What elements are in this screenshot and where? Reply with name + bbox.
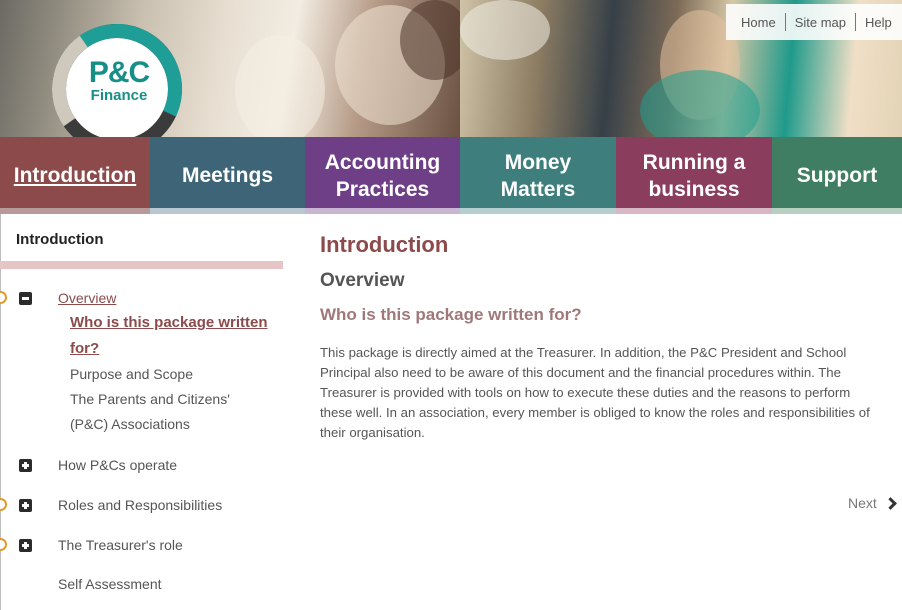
help-link[interactable]: Help — [865, 15, 892, 30]
collapse-icon[interactable] — [19, 292, 32, 305]
sidebar-subitem-purpose-and-scope[interactable]: Purpose and Scope — [70, 362, 193, 387]
sidebar-item-label[interactable]: How P&Cs operate — [58, 457, 177, 473]
page-title: Introduction — [320, 232, 449, 257]
body-text: This package is directly aimed at the Tr… — [320, 345, 870, 440]
chevron-right-icon[interactable] — [886, 496, 896, 510]
topic-heading: Who is this package written for? — [320, 305, 582, 324]
section-heading: Overview — [320, 270, 405, 291]
next-label[interactable]: Next — [848, 495, 877, 511]
sidebar-title: Introduction — [16, 231, 104, 248]
main-nav: Introduction Meetings Accounting Practic… — [0, 137, 902, 214]
header-banner: P&C Finance Home Site map Help — [0, 0, 902, 137]
main-content: Introduction Overview Who is this packag… — [320, 214, 902, 610]
sidebar: Introduction Overview Who is this packag… — [0, 214, 285, 610]
nav-introduction[interactable]: Introduction — [0, 137, 150, 214]
nav-money-matters[interactable]: Money Matters — [460, 137, 616, 214]
expand-icon[interactable] — [19, 459, 32, 472]
sidebar-item-label[interactable]: Overview — [58, 290, 116, 306]
expand-icon[interactable] — [19, 539, 32, 552]
next-button[interactable]: Next — [848, 495, 896, 511]
expand-icon[interactable] — [19, 499, 32, 512]
utility-links: Home Site map Help — [726, 4, 902, 40]
nav-support[interactable]: Support — [772, 137, 902, 214]
site-map-link[interactable]: Site map — [795, 15, 846, 30]
visited-marker-icon — [0, 291, 7, 304]
sidebar-subitem-pc-associations[interactable]: The Parents and Citizens' (P&C) Associat… — [70, 387, 250, 437]
sidebar-subitem-who-is-this-package-for[interactable]: Who is this package written for? — [70, 310, 275, 362]
nav-meetings[interactable]: Meetings — [150, 137, 305, 214]
sidebar-divider — [0, 261, 283, 269]
home-link[interactable]: Home — [741, 15, 776, 30]
nav-accounting-practices[interactable]: Accounting Practices — [305, 137, 460, 214]
logo-text: P&C Finance — [88, 56, 150, 104]
visited-marker-icon — [0, 498, 7, 511]
sidebar-item-label[interactable]: Self Assessment — [58, 576, 162, 592]
sidebar-item-label[interactable]: The Treasurer's role — [58, 537, 183, 553]
visited-marker-icon — [0, 538, 7, 551]
sidebar-item-label[interactable]: Roles and Responsibilities — [58, 497, 222, 513]
nav-running-a-business[interactable]: Running a business — [616, 137, 772, 214]
